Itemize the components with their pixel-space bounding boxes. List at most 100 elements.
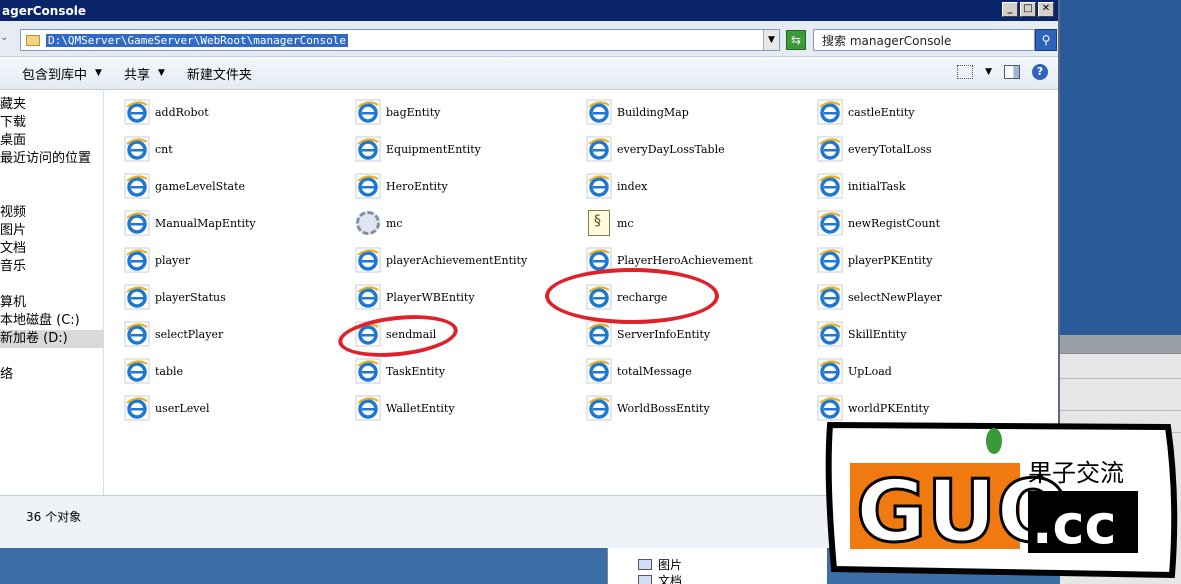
- search-input[interactable]: 搜索 managerConsole: [813, 29, 1035, 51]
- maximize-button[interactable]: □: [1020, 2, 1036, 17]
- file-name: playerStatus: [155, 290, 226, 304]
- ie-icon: [122, 171, 152, 201]
- address-path[interactable]: D:\QMServer\GameServer\WebRoot\managerCo…: [46, 33, 349, 47]
- file-item[interactable]: everyDayLossTable: [584, 133, 804, 165]
- address-bar[interactable]: D:\QMServer\GameServer\WebRoot\managerCo…: [20, 29, 780, 51]
- nav-favorites[interactable]: 藏夹: [0, 96, 26, 114]
- file-name: recharge: [617, 290, 668, 304]
- leaf-icon: [986, 428, 1002, 454]
- close-button[interactable]: ✕: [1038, 2, 1054, 17]
- nav-pictures[interactable]: 图片: [0, 222, 26, 240]
- file-name: initialTask: [848, 179, 906, 193]
- file-item[interactable]: addRobot: [122, 96, 342, 128]
- nav-recent-places[interactable]: 最近访问的位置: [0, 150, 91, 168]
- view-dropdown-icon[interactable]: ▼: [985, 67, 992, 77]
- file-item[interactable]: PlayerWBEntity: [353, 281, 573, 313]
- file-name: playerAchievementEntity: [386, 253, 528, 267]
- file-item[interactable]: ServerInfoEntity: [584, 318, 804, 350]
- ie-icon: [353, 171, 383, 201]
- file-item[interactable]: totalMessage: [584, 355, 804, 387]
- nav-videos[interactable]: 视频: [0, 204, 26, 222]
- file-name: selectNewPlayer: [848, 290, 942, 304]
- file-item[interactable]: HeroEntity: [353, 170, 573, 202]
- file-item[interactable]: mc: [353, 207, 573, 239]
- file-item[interactable]: WalletEntity: [353, 392, 573, 424]
- file-item[interactable]: UpLoad: [815, 355, 1035, 387]
- file-item[interactable]: EquipmentEntity: [353, 133, 573, 165]
- file-name: WorldBossEntity: [617, 401, 710, 415]
- refresh-icon[interactable]: ⇆: [786, 30, 806, 50]
- folder-icon: [26, 34, 40, 46]
- file-item[interactable]: cnt: [122, 133, 342, 165]
- preview-pane-icon[interactable]: [1004, 65, 1020, 79]
- address-row: ⌄ D:\QMServer\GameServer\WebRoot\manager…: [0, 21, 1058, 57]
- file-name: player: [155, 253, 191, 267]
- nav-history-chevron-icon[interactable]: ⌄: [0, 32, 14, 43]
- nav-network[interactable]: 络: [0, 366, 13, 384]
- nav-drive-c[interactable]: 本地磁盘 (C:): [0, 312, 80, 330]
- ie-icon: [584, 282, 614, 312]
- ie-icon: [122, 245, 152, 275]
- file-item[interactable]: WorldBossEntity: [584, 392, 804, 424]
- file-item[interactable]: initialTask: [815, 170, 1035, 202]
- ie-icon: [815, 134, 845, 164]
- nav-drive-d[interactable]: 新加卷 (D:): [0, 330, 103, 348]
- file-item[interactable]: PlayerHeroAchievement: [584, 244, 804, 276]
- file-item[interactable]: ManualMapEntity: [122, 207, 342, 239]
- file-item[interactable]: BuildingMap: [584, 96, 804, 128]
- background-item-documents[interactable]: 文档: [638, 572, 682, 584]
- ie-icon: [122, 356, 152, 386]
- file-item[interactable]: table: [122, 355, 342, 387]
- file-item[interactable]: SkillEntity: [815, 318, 1035, 350]
- file-item[interactable]: bagEntity: [353, 96, 573, 128]
- file-item[interactable]: gameLevelState: [122, 170, 342, 202]
- ie-icon: [353, 393, 383, 423]
- minimize-button[interactable]: _: [1002, 2, 1018, 17]
- guo-cc-watermark-logo: GUO 果子交流 .cc: [825, 421, 1178, 579]
- address-dropdown-icon[interactable]: ▼: [763, 30, 779, 50]
- file-item[interactable]: everyTotalLoss: [815, 133, 1035, 165]
- gear-icon: [353, 208, 383, 238]
- file-item[interactable]: index: [584, 170, 804, 202]
- file-name: UpLoad: [848, 364, 892, 378]
- background-item-pictures[interactable]: 图片: [638, 556, 682, 573]
- nav-desktop[interactable]: 桌面: [0, 132, 26, 150]
- nav-computer[interactable]: 算机: [0, 294, 26, 312]
- file-name: WalletEntity: [386, 401, 455, 415]
- nav-music[interactable]: 音乐: [0, 258, 26, 276]
- file-item[interactable]: userLevel: [122, 392, 342, 424]
- include-in-library-button[interactable]: 包含到库中 ▼: [22, 64, 102, 83]
- help-icon[interactable]: ?: [1032, 64, 1048, 80]
- share-button[interactable]: 共享 ▼: [124, 64, 165, 83]
- chevron-down-icon: ▼: [157, 68, 165, 78]
- file-name: SkillEntity: [848, 327, 907, 341]
- ie-icon: [353, 97, 383, 127]
- file-item[interactable]: mc: [584, 207, 804, 239]
- view-options-icon[interactable]: [957, 65, 974, 79]
- background-window-titlebar: [1058, 335, 1181, 353]
- file-name: everyTotalLoss: [848, 142, 932, 156]
- ie-icon: [584, 134, 614, 164]
- file-item[interactable]: TaskEntity: [353, 355, 573, 387]
- file-item[interactable]: selectNewPlayer: [815, 281, 1035, 313]
- file-item[interactable]: castleEntity: [815, 96, 1035, 128]
- file-item[interactable]: playerAchievementEntity: [353, 244, 573, 276]
- search-icon[interactable]: ⚲: [1035, 29, 1057, 51]
- file-item[interactable]: newRegistCount: [815, 207, 1035, 239]
- file-name: mc: [386, 216, 403, 230]
- file-item[interactable]: recharge: [584, 281, 804, 313]
- file-item[interactable]: playerPKEntity: [815, 244, 1035, 276]
- file-item[interactable]: sendmail: [353, 318, 573, 350]
- title-bar[interactable]: agerConsole _ □ ✕: [0, 0, 1058, 21]
- ie-icon: [584, 393, 614, 423]
- new-folder-button[interactable]: 新建文件夹: [187, 64, 252, 83]
- ie-icon: [122, 97, 152, 127]
- file-item[interactable]: player: [122, 244, 342, 276]
- file-name: ServerInfoEntity: [617, 327, 711, 341]
- ie-icon: [122, 319, 152, 349]
- nav-documents[interactable]: 文档: [0, 240, 26, 258]
- nav-downloads[interactable]: 下载: [0, 114, 26, 132]
- file-item[interactable]: selectPlayer: [122, 318, 342, 350]
- file-item[interactable]: playerStatus: [122, 281, 342, 313]
- file-name: PlayerWBEntity: [386, 290, 475, 304]
